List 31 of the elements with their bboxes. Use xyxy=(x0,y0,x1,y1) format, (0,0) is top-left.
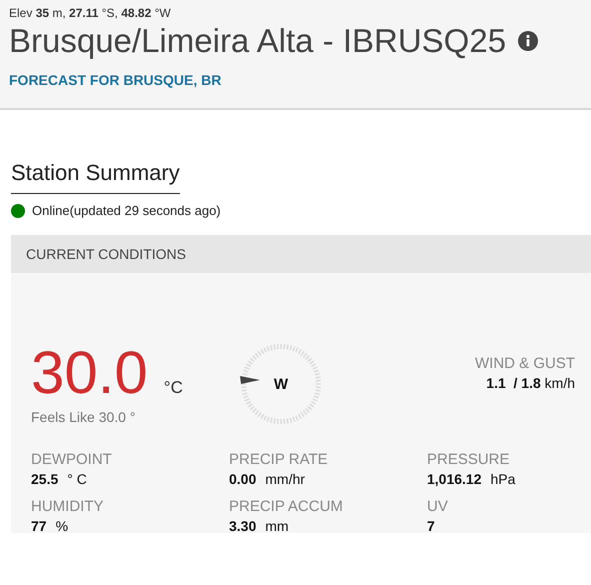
section-header-bar: CURRENT CONDITIONS xyxy=(11,235,591,273)
metric-unit: hPa xyxy=(490,471,516,487)
metric-value: 3.30 xyxy=(229,518,256,533)
metric-label: PRECIP ACCUM xyxy=(229,498,344,515)
metric-label: DEWPOINT xyxy=(31,451,113,468)
metric-value: 25.5 xyxy=(31,471,58,487)
metric-label: HUMIDITY xyxy=(31,498,104,515)
section-heading: Station Summary xyxy=(11,160,180,194)
forecast-link[interactable]: FORECAST FOR BRUSQUE, BR xyxy=(9,72,222,88)
metric-label: PRESSURE xyxy=(427,451,511,468)
feels-like-text: Feels Like 30.0 ° xyxy=(31,409,136,425)
wind-value: 1.1 / 1.8 xyxy=(486,375,541,391)
metric-label: UV xyxy=(427,498,449,515)
temperature-unit: °C xyxy=(164,378,183,398)
metric-unit: ° C xyxy=(67,471,87,487)
wind-unit: km/h xyxy=(544,375,575,391)
location-line: Elev 35 m, 27.11 °S, 48.82 °W xyxy=(9,6,172,20)
metric-unit: mm/hr xyxy=(265,471,305,487)
status-text: Online(updated 29 seconds ago) xyxy=(32,203,221,218)
info-icon[interactable] xyxy=(518,31,538,51)
metric-value: 77 xyxy=(31,518,47,533)
metric-unit: mm xyxy=(265,518,289,533)
metric-unit: % xyxy=(56,518,68,533)
wind-label: WIND & GUST xyxy=(474,355,575,372)
station-title: Brusque/Limeira Alta - IBRUSQ25 xyxy=(9,22,506,60)
temperature-value: 30.0 xyxy=(31,343,148,403)
metric-value: 0.00 xyxy=(229,471,256,487)
wind-compass: W xyxy=(240,343,322,425)
metric-value: 7 xyxy=(427,518,435,533)
metric-label: PRECIP RATE xyxy=(229,451,329,468)
metric-value: 1,016.12 xyxy=(427,471,482,487)
